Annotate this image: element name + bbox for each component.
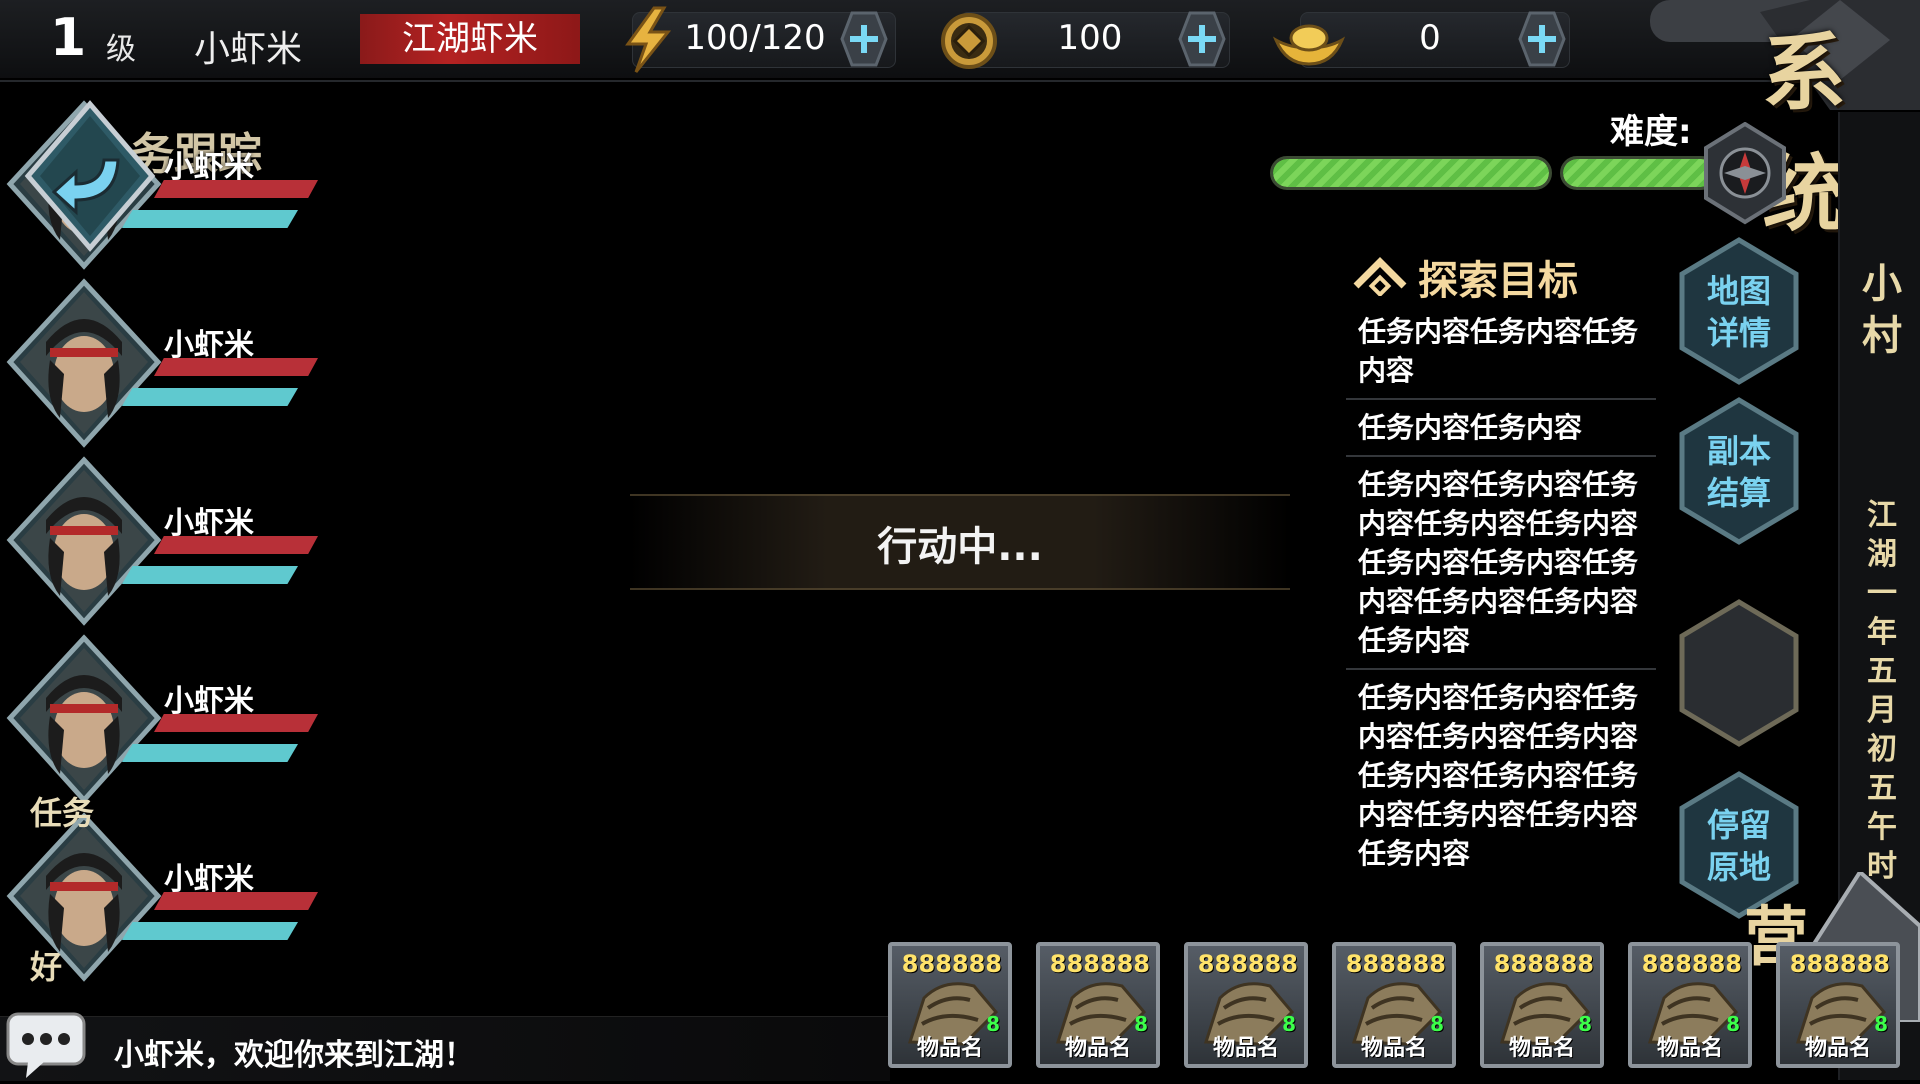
item-name: 物品名 [1656, 1036, 1723, 1061]
objective-item: 任务内容任务内容任务内容任务内容任务内容任务内容任务内容任务内容任务内容任务内容… [1346, 668, 1656, 881]
item-quantity: 888888 [1049, 950, 1150, 978]
plus-icon [1178, 11, 1226, 67]
item-quantity: 888888 [1197, 950, 1298, 978]
item-name: 物品名 [1360, 1036, 1427, 1061]
member-name: 小虾米 [164, 862, 254, 897]
difficulty-bar-2 [1560, 156, 1718, 190]
member-hp-bar [154, 536, 318, 554]
map-details-button[interactable]: 地图 详情 [1676, 236, 1802, 386]
difficulty-fill [1563, 159, 1715, 187]
hero-portrait-icon [6, 456, 162, 626]
item-name: 物品名 [1804, 1036, 1871, 1061]
player-name: 小虾米 [194, 29, 303, 70]
member-hp-bar [154, 892, 318, 910]
objectives-list: 任务内容任务内容任务内容 任务内容任务内容 任务内容任务内容任务内容任务内容任务内容… [1346, 304, 1656, 920]
add-energy-button[interactable] [840, 11, 888, 67]
task-side-tab[interactable]: 任务 [30, 788, 94, 834]
member-mp-bar [122, 388, 298, 406]
member-mp-bar [122, 922, 298, 940]
inventory-slot[interactable]: 888888 8 物品名 [1184, 942, 1308, 1068]
item-quantity: 888888 [1493, 950, 1594, 978]
item-name: 物品名 [1508, 1036, 1575, 1061]
lightning-icon [620, 6, 676, 74]
coin-value: 100 [1057, 18, 1123, 58]
objective-item: 任务内容任务内容 [1346, 398, 1656, 455]
item-quantity: 888888 [901, 950, 1002, 978]
member-name: 小虾米 [164, 684, 254, 719]
member-mp-bar [122, 744, 298, 762]
chat-bubble-icon[interactable] [4, 1010, 88, 1080]
gold-ingot-icon [1272, 14, 1346, 70]
energy-value: 100/120 [684, 18, 826, 58]
action-status-text: 行动中... [877, 524, 1043, 570]
inventory-slot[interactable]: 888888 8 物品名 [1332, 942, 1456, 1068]
inventory-slot[interactable]: 888888 8 物品名 [1480, 942, 1604, 1068]
map-details-label: 地图 详情 [1706, 272, 1771, 352]
member-hp-bar [154, 358, 318, 376]
player-title-badge: 江湖虾米 [360, 14, 580, 64]
member-mp-bar [122, 566, 298, 584]
difficulty-label: 难度: [1610, 112, 1692, 152]
player-level-unit: 级 [106, 32, 136, 67]
difficulty-fill [1273, 159, 1549, 187]
item-name: 物品名 [1212, 1036, 1279, 1061]
member-name: 小虾米 [164, 506, 254, 541]
objectives-title: 探索目标 [1418, 258, 1578, 304]
village-name: 小村 [1862, 261, 1902, 359]
party-member[interactable]: 小虾米 [0, 278, 330, 448]
empty-hex-slot [1676, 598, 1802, 748]
hero-portrait-icon [6, 812, 162, 982]
inventory-slot[interactable]: 888888 8 物品名 [888, 942, 1012, 1068]
chat-message: 小虾米，欢迎你来到江湖！ [114, 1038, 474, 1073]
member-name: 小虾米 [164, 328, 254, 363]
item-quantity: 888888 [1789, 950, 1890, 978]
hero-portrait-icon [6, 278, 162, 448]
hero-portrait-icon [6, 634, 162, 804]
coin-icon [940, 12, 998, 70]
plus-icon [1518, 11, 1566, 67]
inventory-slot[interactable]: 888888 8 物品名 [1776, 942, 1900, 1068]
dungeon-settle-button[interactable]: 副本 结算 [1676, 396, 1802, 546]
member-hp-bar [154, 180, 318, 198]
inventory-slot[interactable]: 888888 8 物品名 [1628, 942, 1752, 1068]
add-coins-button[interactable] [1178, 11, 1226, 67]
back-button[interactable] [20, 100, 160, 252]
dungeon-settle-label: 副本 结算 [1706, 432, 1771, 512]
party-member[interactable]: 小虾米 [0, 456, 330, 626]
game-date: 江湖一年五月初五午时 [1867, 498, 1897, 884]
item-name: 物品名 [916, 1036, 983, 1061]
player-level: 1 [50, 8, 87, 68]
difficulty-bar-1 [1270, 156, 1552, 190]
member-hp-bar [154, 714, 318, 732]
objective-item: 任务内容任务内容任务内容 [1358, 315, 1639, 387]
item-quantity: 888888 [1641, 950, 1742, 978]
compass-icon [1700, 121, 1790, 226]
member-name: 小虾米 [164, 150, 254, 185]
item-name: 物品名 [1064, 1036, 1131, 1061]
objective-item: 任务内容任务内容任务内容任务内容任务内容任务内容任务内容任务内容任务内容任务内容… [1346, 455, 1656, 668]
add-ingots-button[interactable] [1518, 11, 1566, 67]
party-member[interactable]: 小虾米 [0, 634, 330, 804]
item-quantity: 888888 [1345, 950, 1446, 978]
collapse-chevron-icon[interactable] [1352, 252, 1408, 298]
plus-icon [840, 11, 888, 67]
inventory-slot[interactable]: 888888 8 物品名 [1036, 942, 1160, 1068]
friend-side-tab[interactable]: 好 [30, 942, 62, 988]
ingot-value: 0 [1419, 18, 1441, 58]
